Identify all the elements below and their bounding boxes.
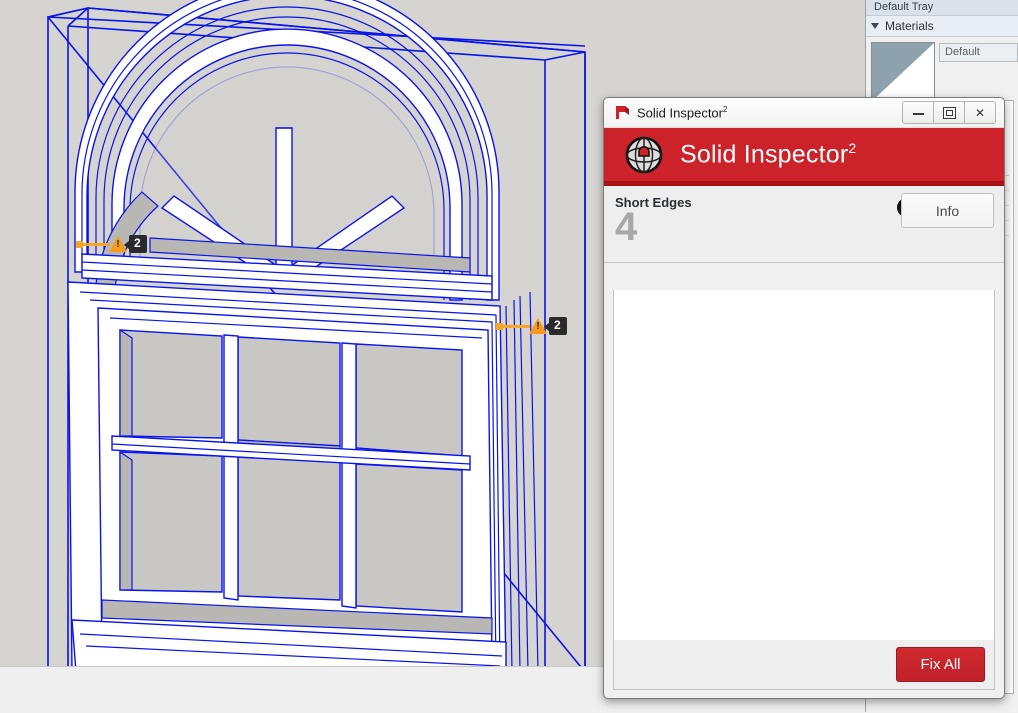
minimize-button[interactable] bbox=[902, 101, 934, 124]
swatch-diagonal bbox=[872, 43, 934, 101]
issue-summary-section: Short Edges 4 ? Info bbox=[604, 186, 1004, 263]
dialog-title: Solid Inspector2 bbox=[637, 104, 728, 121]
default-material-swatch[interactable] bbox=[871, 42, 935, 102]
solid-inspector-globe-icon bbox=[624, 135, 664, 175]
lower-sash bbox=[67, 281, 507, 666]
chevron-down-icon[interactable] bbox=[871, 23, 879, 29]
dialog-banner: Solid Inspector2 bbox=[604, 128, 1004, 186]
info-button[interactable]: Info bbox=[901, 193, 994, 228]
marker-count-badge: 2 bbox=[544, 317, 567, 335]
marker-leader-line bbox=[76, 240, 110, 248]
materials-panel-label: Materials bbox=[885, 19, 934, 33]
minimize-icon bbox=[912, 110, 924, 115]
sketchup-logo-icon bbox=[613, 104, 631, 122]
short-edge-marker-2[interactable]: 2 bbox=[496, 316, 567, 336]
material-selection-row: Default bbox=[866, 37, 1018, 102]
marker-count-badge: 2 bbox=[124, 235, 147, 253]
close-icon: ✕ bbox=[974, 105, 986, 120]
short-edge-marker-1[interactable]: 2 bbox=[76, 234, 147, 254]
marker-leader-line bbox=[496, 322, 530, 330]
window-panes bbox=[119, 328, 463, 613]
materials-panel-header[interactable]: Materials bbox=[866, 16, 1018, 37]
issue-list-area[interactable] bbox=[613, 290, 995, 641]
close-button[interactable]: ✕ bbox=[964, 101, 996, 124]
fix-all-button[interactable]: Fix All bbox=[896, 647, 985, 682]
restore-icon bbox=[942, 106, 956, 119]
restore-button[interactable] bbox=[933, 101, 965, 124]
dialog-titlebar[interactable]: Solid Inspector2 ✕ bbox=[604, 98, 1004, 128]
dialog-banner-title: Solid Inspector2 bbox=[680, 139, 857, 169]
tray-title: Default Tray bbox=[866, 0, 1018, 16]
material-name-field[interactable]: Default bbox=[939, 43, 1018, 62]
solid-inspector-dialog[interactable]: Solid Inspector2 ✕ Solid Inspector2 Shor… bbox=[603, 97, 1005, 699]
dialog-footer: Fix All bbox=[613, 640, 995, 690]
